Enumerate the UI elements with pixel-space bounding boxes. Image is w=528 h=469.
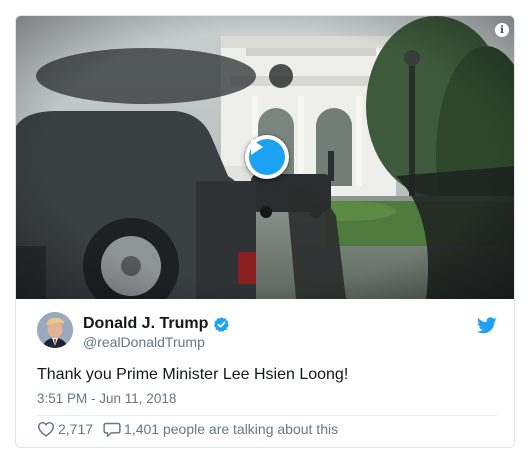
speech-bubble-icon xyxy=(103,422,121,437)
author-name[interactable]: Donald J. Trump xyxy=(83,315,230,333)
twitter-bird-icon[interactable] xyxy=(477,317,497,334)
conversation-link[interactable]: 1,401 people are talking about this xyxy=(103,421,338,438)
author-name-text: Donald J. Trump xyxy=(83,315,209,332)
tweet-actions: 2,717 1,401 people are talking about thi… xyxy=(37,419,338,439)
play-icon xyxy=(249,139,285,175)
tweet-embed-card: i Donald J. Trump @realDonaldTrump Thank… xyxy=(15,15,515,448)
info-icon[interactable]: i xyxy=(495,23,509,37)
talking-about-text: 1,401 people are talking about this xyxy=(124,421,339,437)
tweet-header: Donald J. Trump @realDonaldTrump xyxy=(37,312,497,352)
like-count: 2,717 xyxy=(58,421,94,437)
play-button[interactable] xyxy=(245,135,289,179)
video-thumbnail[interactable]: i xyxy=(16,16,514,299)
heart-icon xyxy=(37,421,55,437)
tweet-text: Thank you Prime Minister Lee Hsien Loong… xyxy=(37,366,349,383)
divider xyxy=(37,415,497,416)
avatar[interactable] xyxy=(37,312,73,348)
like-button[interactable]: 2,717 xyxy=(37,421,93,437)
verified-badge-icon xyxy=(214,316,230,332)
avatar-image xyxy=(37,312,73,348)
tweet-timestamp[interactable]: 3:51 PM - Jun 11, 2018 xyxy=(37,391,176,406)
author-handle[interactable]: @realDonaldTrump xyxy=(83,334,205,350)
